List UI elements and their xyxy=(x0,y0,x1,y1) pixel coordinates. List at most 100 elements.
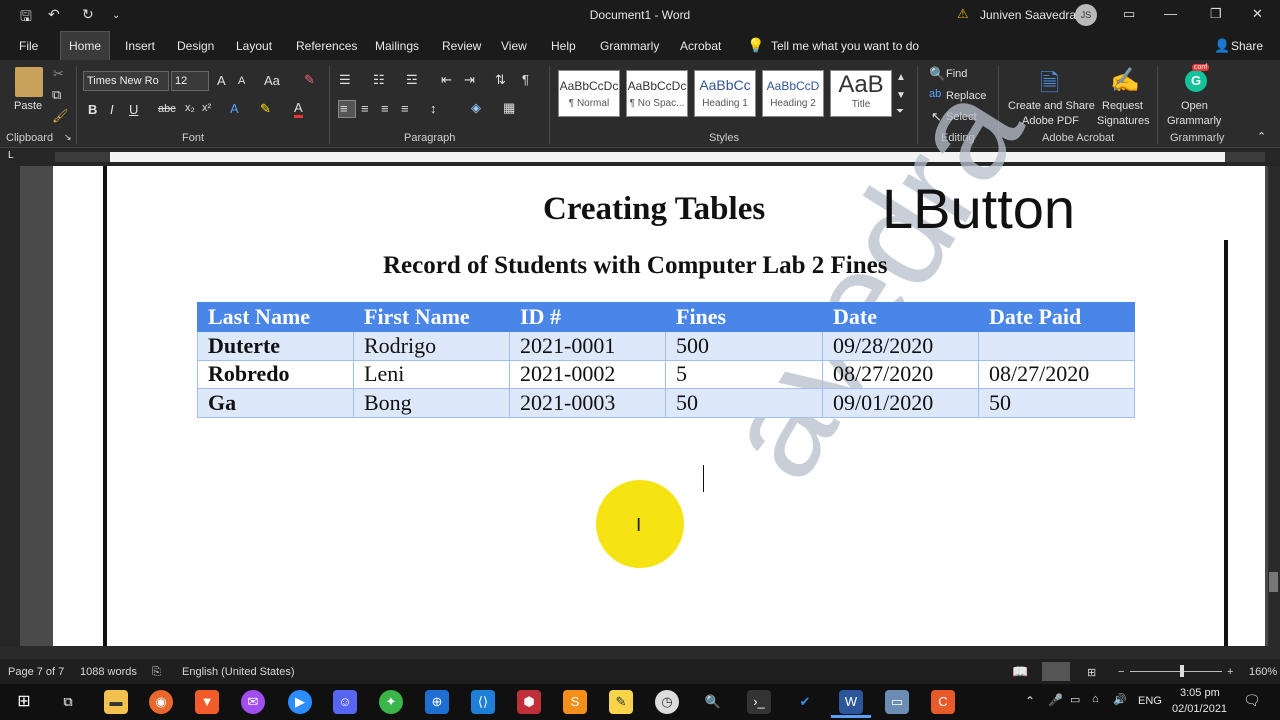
tab-review[interactable]: Review xyxy=(442,39,481,53)
paste-icon[interactable] xyxy=(15,67,43,97)
table-cell[interactable]: 5 xyxy=(665,359,823,389)
subscript-icon[interactable]: x₂ xyxy=(185,102,195,114)
increase-indent-icon[interactable]: ⇥ xyxy=(464,72,475,88)
table-cell[interactable]: 500 xyxy=(665,331,823,361)
line-spacing-icon[interactable]: ↕ xyxy=(430,101,437,116)
tab-view[interactable]: View xyxy=(501,39,527,53)
close-icon[interactable]: ✕ xyxy=(1252,6,1263,22)
messenger-icon[interactable]: ✉ xyxy=(241,690,265,714)
multilevel-list-icon[interactable]: ☲ xyxy=(406,72,418,88)
column-header[interactable]: Fines xyxy=(665,302,823,332)
justify-icon[interactable]: ≡ xyxy=(401,101,409,116)
table-cell[interactable]: 2021-0003 xyxy=(509,388,666,418)
create-pdf-button[interactable]: Create and Share xyxy=(1008,100,1095,112)
word-count[interactable]: 1088 words xyxy=(80,666,137,678)
table-cell[interactable]: 09/28/2020 xyxy=(822,331,979,361)
notifications-icon[interactable]: 🗨 xyxy=(1243,692,1261,709)
align-right-icon[interactable]: ≡ xyxy=(381,101,389,116)
borders-icon[interactable]: ▦ xyxy=(503,100,515,116)
table-cell[interactable]: 50 xyxy=(978,388,1135,418)
edge-dev-icon[interactable]: ⊕ xyxy=(425,690,449,714)
sticky-notes-icon[interactable]: ✎ xyxy=(609,690,633,714)
vscode-icon[interactable]: ⟨⟩ xyxy=(471,690,495,714)
paste-button[interactable]: Paste xyxy=(14,100,42,112)
text-effects-icon[interactable]: A xyxy=(230,101,239,116)
request-signatures-button-line2[interactable]: Signatures xyxy=(1097,115,1150,127)
minimize-icon[interactable]: — xyxy=(1164,6,1177,21)
request-signatures-button[interactable]: Request xyxy=(1102,100,1143,112)
open-grammarly-button-line2[interactable]: Grammarly xyxy=(1167,115,1221,127)
c-app-icon[interactable]: C xyxy=(931,690,955,714)
clear-formatting-icon[interactable]: ✎ xyxy=(304,72,315,88)
share-button[interactable]: Share xyxy=(1231,39,1263,53)
column-header[interactable]: Date Paid xyxy=(978,302,1135,332)
tab-design[interactable]: Design xyxy=(177,39,214,53)
format-painter-icon[interactable]: 🖌 xyxy=(52,108,69,124)
tab-grammarly[interactable]: Grammarly xyxy=(600,39,659,53)
tab-help[interactable]: Help xyxy=(551,39,576,53)
table-cell[interactable]: Ga xyxy=(197,388,354,418)
table-cell[interactable]: Rodrigo xyxy=(353,331,510,361)
shading-icon[interactable]: ◈ xyxy=(471,100,481,116)
clock-time[interactable]: 3:05 pm xyxy=(1180,687,1220,699)
column-header[interactable]: First Name xyxy=(353,302,510,332)
tab-selector-icon[interactable]: L xyxy=(8,150,14,161)
pilcrow-icon[interactable]: ¶ xyxy=(522,72,529,87)
task-view-icon[interactable]: ⧉ xyxy=(56,690,80,714)
search-icon[interactable]: 🔍 xyxy=(701,690,725,714)
table-cell[interactable]: 08/27/2020 xyxy=(822,359,979,389)
firefox-icon[interactable]: ◉ xyxy=(149,690,173,714)
tell-me-input[interactable]: Tell me what you want to do xyxy=(771,39,919,53)
maximize-icon[interactable]: ❐ xyxy=(1210,6,1222,22)
file-explorer-icon[interactable]: ▬ xyxy=(104,690,128,714)
fines-table[interactable]: Last Name First Name ID # Fines Date Dat… xyxy=(197,302,1135,418)
volume-icon[interactable]: 🔊 xyxy=(1113,693,1127,706)
table-cell[interactable]: 50 xyxy=(665,388,823,418)
column-header[interactable]: Date xyxy=(822,302,979,332)
tab-mailings[interactable]: Mailings xyxy=(375,39,419,53)
save-icon[interactable]: 🖫 xyxy=(20,6,32,30)
clock-icon[interactable]: ◷ xyxy=(655,690,679,714)
android-app-icon[interactable]: ✦ xyxy=(379,690,403,714)
underline-icon[interactable]: U xyxy=(129,102,138,117)
shrink-font-icon[interactable]: A xyxy=(238,75,245,87)
redo-icon[interactable]: ↻ xyxy=(82,6,94,23)
grammarly-icon[interactable]: G xyxy=(1185,70,1207,92)
language-indicator[interactable]: ENG xyxy=(1138,695,1162,707)
page-count[interactable]: Page 7 of 7 xyxy=(8,666,64,678)
customize-toolbar-icon[interactable]: ⌄ xyxy=(112,10,120,21)
column-header[interactable]: Last Name xyxy=(197,302,354,332)
warning-icon[interactable]: ⚠ xyxy=(957,6,969,22)
network-icon[interactable]: ⌂ xyxy=(1092,693,1099,705)
tab-layout[interactable]: Layout xyxy=(236,39,272,53)
font-name-box[interactable]: Times New Ro xyxy=(83,71,169,91)
clock-date[interactable]: 02/01/2021 xyxy=(1172,703,1227,715)
zoom-level[interactable]: 160% xyxy=(1249,666,1277,678)
proofing-icon[interactable]: ⎘ xyxy=(152,666,161,679)
share-icon[interactable]: 👤 xyxy=(1214,38,1230,54)
tab-insert[interactable]: Insert xyxy=(125,39,155,53)
zoom-slider-thumb[interactable] xyxy=(1180,665,1184,677)
web-layout-icon[interactable]: ⊞ xyxy=(1087,666,1096,679)
todo-icon[interactable]: ✔ xyxy=(793,690,817,714)
zoom-in-icon[interactable]: + xyxy=(1227,666,1233,678)
open-grammarly-button[interactable]: Open xyxy=(1181,100,1208,112)
style-heading-1[interactable]: AaBbCc Heading 1 xyxy=(694,70,756,117)
avatar[interactable]: JS xyxy=(1075,4,1097,26)
language-status[interactable]: English (United States) xyxy=(182,666,295,678)
table-cell[interactable] xyxy=(978,331,1135,361)
table-cell[interactable]: 2021-0001 xyxy=(509,331,666,361)
create-pdf-button-line2[interactable]: Adobe PDF xyxy=(1022,115,1079,127)
discord-icon[interactable]: ☺ xyxy=(333,690,357,714)
document-heading[interactable]: Creating Tables xyxy=(543,191,765,228)
tab-references[interactable]: References xyxy=(296,39,357,53)
table-cell[interactable]: Duterte xyxy=(197,331,354,361)
grow-font-icon[interactable]: A xyxy=(217,73,226,88)
signature-icon[interactable]: ✍ xyxy=(1110,66,1140,95)
user-name[interactable]: Juniven Saavedra xyxy=(980,8,1076,22)
table-cell[interactable]: Leni xyxy=(353,359,510,389)
microphone-icon[interactable]: 🎤 xyxy=(1048,693,1063,707)
remote-desktop-icon[interactable]: ▭ xyxy=(885,690,909,714)
style-normal[interactable]: AaBbCcDc ¶ Normal xyxy=(558,70,620,117)
tray-chevron-icon[interactable]: ⌃ xyxy=(1025,694,1035,708)
